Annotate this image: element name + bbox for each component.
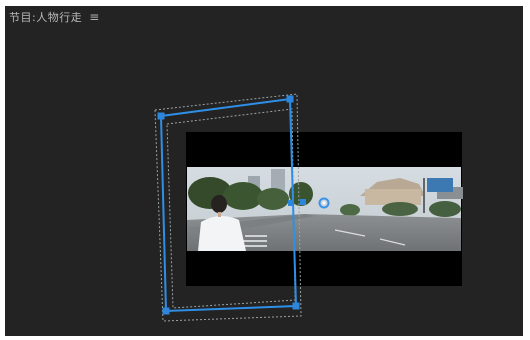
program-monitor-panel: 节目:人物行走 ≡ <box>5 6 523 336</box>
corner-handle-icon[interactable] <box>157 112 165 120</box>
panel-header: 节目:人物行走 ≡ <box>5 6 523 28</box>
corner-handle-icon[interactable] <box>292 302 300 310</box>
video-frame <box>187 167 463 251</box>
panel-title[interactable]: 节目:人物行走 <box>9 9 82 25</box>
edge-handle-icon[interactable] <box>288 200 294 206</box>
corner-handle-icon[interactable] <box>286 95 294 103</box>
hamburger-menu-icon[interactable]: ≡ <box>89 11 99 23</box>
edge-handle-icon[interactable] <box>300 199 306 205</box>
corner-handle-icon[interactable] <box>162 307 170 315</box>
program-monitor-viewport[interactable] <box>5 6 523 336</box>
